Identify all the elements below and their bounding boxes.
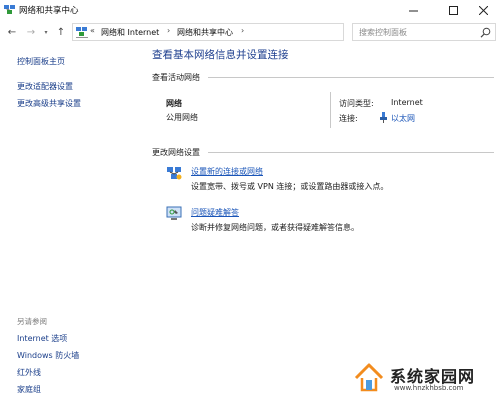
troubleshoot-icon xyxy=(166,206,182,220)
close-icon xyxy=(478,5,488,15)
minimize-icon xyxy=(408,10,418,11)
house-logo-icon xyxy=(354,363,384,392)
minimize-button[interactable] xyxy=(396,0,430,20)
sidebar-link-control-panel-home[interactable]: 控制面板主页 xyxy=(17,56,65,67)
watermark-url: www.hnzkhbsb.com xyxy=(394,384,464,392)
close-button[interactable] xyxy=(466,0,500,20)
address-bar[interactable]: « 网络和 Internet › 网络和共享中心 › ▾ ↻ xyxy=(72,23,413,41)
chevron-down-icon: ▾ xyxy=(44,28,48,36)
setup-new-connection-link[interactable]: 设置新的连接或网络 xyxy=(191,166,263,177)
sidebar-link-windows-firewall[interactable]: Windows 防火墙 xyxy=(17,350,79,361)
access-type-label: 访问类型: xyxy=(339,99,374,108)
breadcrumb-network-internet[interactable]: 网络和 Internet xyxy=(101,27,159,38)
troubleshoot-description: 诊断并修复网络问题，或者获得疑难解答信息。 xyxy=(191,223,359,232)
network-center-icon xyxy=(4,5,15,14)
back-button[interactable]: ← xyxy=(6,25,18,39)
page-title: 查看基本网络信息并设置连接 xyxy=(152,49,289,61)
sidebar-link-adapter-settings[interactable]: 更改适配器设置 xyxy=(17,81,73,92)
sidebar-link-advanced-sharing[interactable]: 更改高级共享设置 xyxy=(17,98,81,109)
maximize-icon xyxy=(448,5,458,15)
breadcrumb-network-sharing-center[interactable]: 网络和共享中心 xyxy=(177,27,233,38)
see-also-heading: 另请参阅 xyxy=(17,317,47,326)
sidebar: 控制面板主页 更改适配器设置 更改高级共享设置 另请参阅 Internet 选项… xyxy=(0,44,140,402)
up-button[interactable]: ↑ xyxy=(55,25,67,39)
section-divider xyxy=(208,152,494,153)
column-divider xyxy=(330,92,331,128)
breadcrumb-separator[interactable]: › xyxy=(241,26,244,35)
ethernet-icon xyxy=(380,112,387,123)
sidebar-link-infrared[interactable]: 红外线 xyxy=(17,367,41,378)
maximize-button[interactable] xyxy=(436,0,470,20)
forward-button[interactable]: → xyxy=(25,25,37,39)
window-title: 网络和共享中心 xyxy=(19,6,79,16)
setup-new-connection-description: 设置宽带、拨号或 VPN 连接；或设置路由器或接入点。 xyxy=(191,182,389,191)
breadcrumb-overflow[interactable]: « xyxy=(90,26,95,35)
active-networks-heading: 查看活动网络 xyxy=(152,73,200,82)
up-arrow-icon: ↑ xyxy=(56,26,66,38)
troubleshoot-link[interactable]: 问题疑难解答 xyxy=(191,207,239,218)
search-icon xyxy=(480,27,491,38)
sidebar-link-internet-options[interactable]: Internet 选项 xyxy=(17,333,67,344)
network-name: 网络 xyxy=(166,99,182,108)
breadcrumb-separator[interactable]: › xyxy=(167,26,170,35)
network-setup-icon xyxy=(167,167,182,180)
network-type: 公用网络 xyxy=(166,113,198,122)
search-input[interactable]: 搜索控制面板 xyxy=(352,23,496,41)
forward-arrow-icon: → xyxy=(26,26,36,38)
ethernet-connection-link[interactable]: 以太网 xyxy=(391,113,415,124)
recent-pages-button[interactable]: ▾ xyxy=(40,25,52,39)
title-bar: 网络和共享中心 xyxy=(0,0,500,20)
control-panel-icon xyxy=(76,27,88,38)
search-placeholder: 搜索控制面板 xyxy=(359,28,407,37)
sidebar-link-homegroup[interactable]: 家庭组 xyxy=(17,384,41,395)
change-settings-heading: 更改网络设置 xyxy=(152,148,200,157)
watermark: 系统家园网 www.hnzkhbsb.com xyxy=(354,362,496,398)
connection-label: 连接: xyxy=(339,114,358,123)
section-divider xyxy=(208,77,494,78)
back-arrow-icon: ← xyxy=(7,26,17,38)
access-type-value: Internet xyxy=(391,98,423,107)
